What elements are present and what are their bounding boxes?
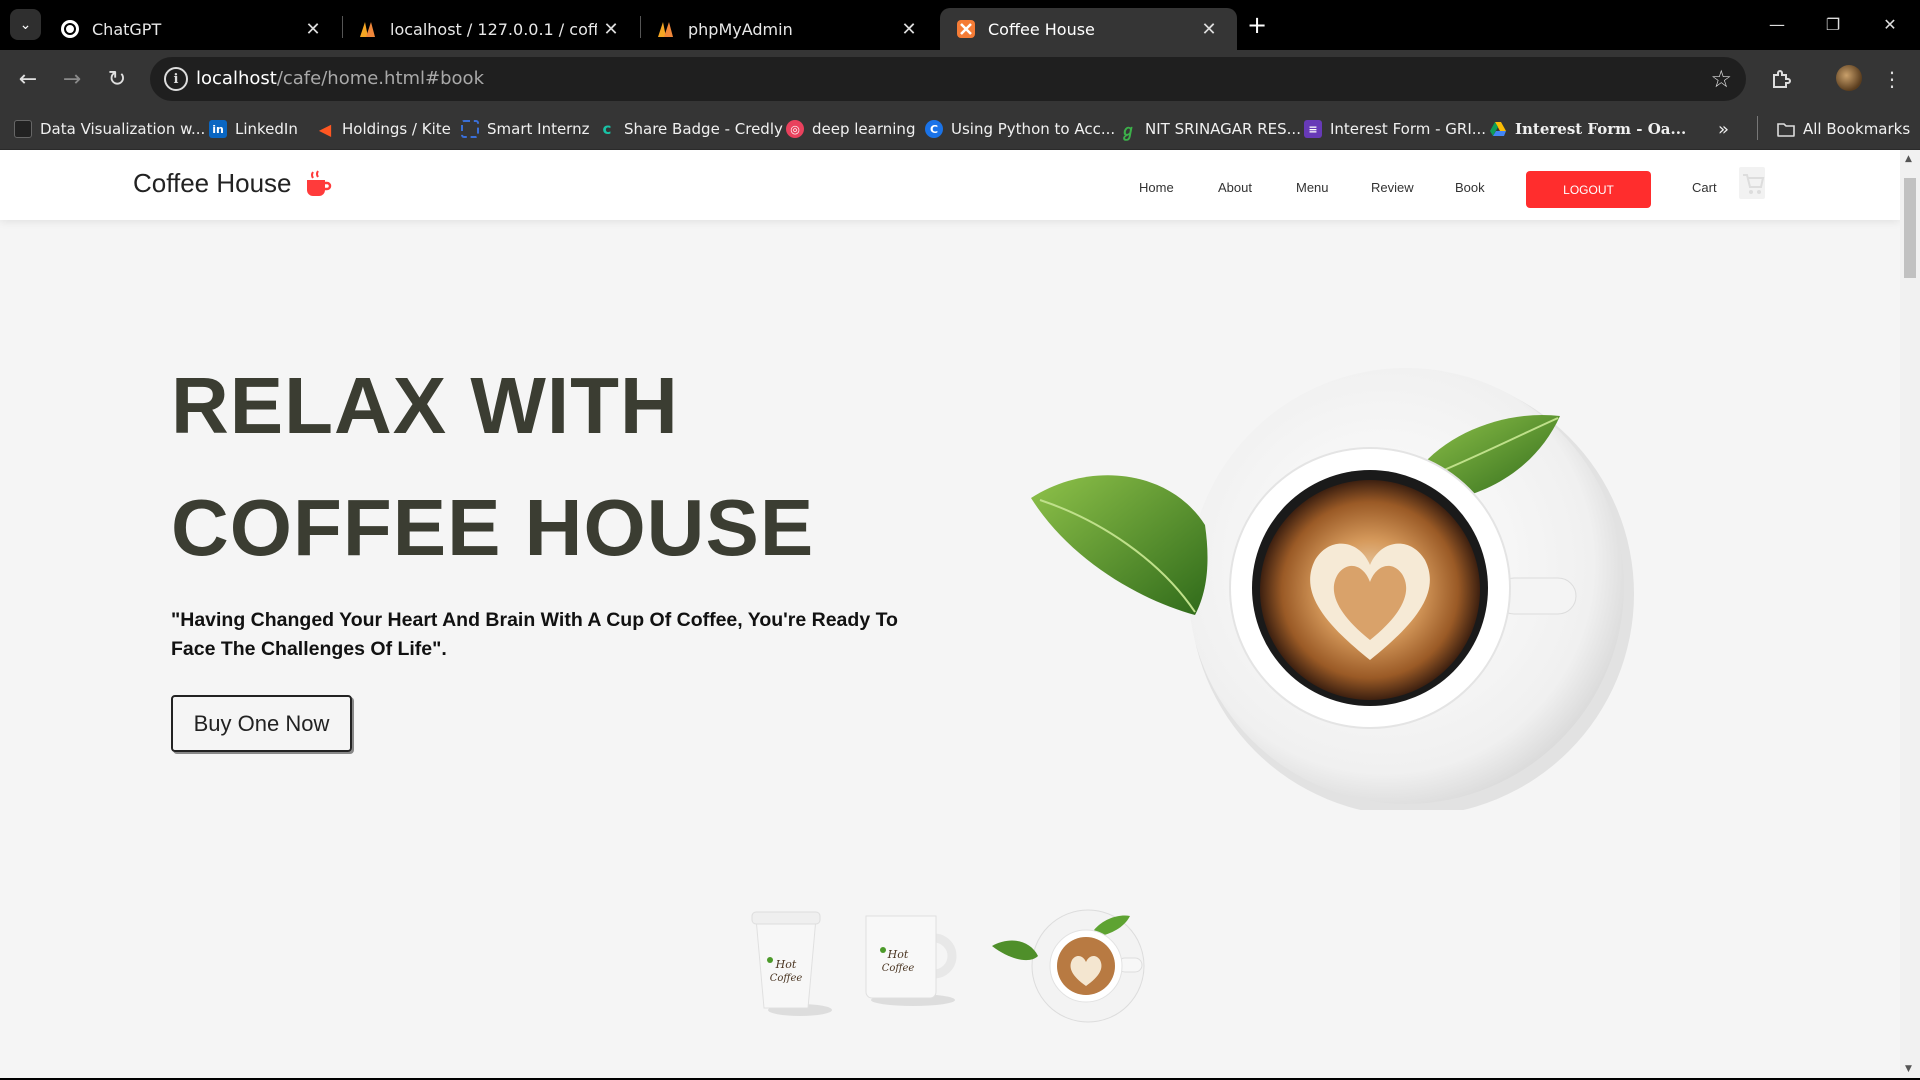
back-button[interactable]: ← [12,63,44,95]
site-header: Coffee House Home About Menu Review Book… [0,150,1900,220]
nav-home[interactable]: Home [1139,180,1174,195]
linkedin-icon: in [209,120,227,138]
site-info-icon[interactable]: i [164,67,188,91]
xampp-icon [957,20,975,38]
arrow-right-icon: → [62,66,82,92]
smartinternz-icon [461,120,479,138]
close-icon[interactable]: ✕ [1195,15,1223,43]
scroll-down-icon[interactable]: ▼ [1905,1064,1912,1074]
bookmark-item[interactable]: Data Visualization w... [14,117,205,141]
tab-search-button[interactable]: ⌄ [10,9,41,40]
deep-learning-icon: ◎ [786,120,804,138]
bookmark-item[interactable]: ℊ NIT SRINAGAR RES... [1119,117,1301,141]
tab-strip: ⌄ ChatGPT ✕ localhost / 127.0.0.1 / coff… [0,0,1920,50]
bookmark-item[interactable]: ◀ Holdings / Kite [316,117,451,141]
tab-phpmyadmin[interactable]: phpMyAdmin ✕ [640,8,937,50]
nav-about[interactable]: About [1218,180,1252,195]
nit-icon: ℊ [1119,121,1136,140]
menu-kebab-icon[interactable]: ⋮ [1877,64,1907,94]
close-icon[interactable]: ✕ [597,15,625,43]
tab-title: phpMyAdmin [688,19,793,39]
google-forms-icon: ≡ [1304,120,1322,138]
chatgpt-icon [61,20,79,38]
page-viewport: Coffee House Home About Menu Review Book… [0,150,1900,1078]
reload-icon: ↻ [107,66,127,92]
close-icon: ✕ [1883,14,1897,34]
restore-icon: ❐ [1825,14,1841,34]
url-text[interactable]: localhost/cafe/home.html#book [196,68,484,89]
folder-icon [1777,123,1795,137]
minimize-button[interactable]: — [1757,8,1797,40]
tab-localhost[interactable]: localhost / 127.0.0.1 / coffeee_h ✕ [342,8,639,50]
bookmark-item[interactable]: c Share Badge - Credly [598,117,783,141]
svg-text:Hot: Hot [887,948,909,961]
tab-title: ChatGPT [92,19,162,39]
close-icon[interactable]: ✕ [895,15,923,43]
thumb-mug[interactable]: Hot Coffee [858,908,968,1008]
plus-icon: + [1246,11,1268,39]
extensions-icon[interactable] [1766,64,1796,94]
profile-avatar[interactable] [1836,65,1862,91]
close-icon[interactable]: ✕ [299,15,327,43]
bookmark-item[interactable]: Interest Form - Oa... [1489,117,1686,141]
reload-button[interactable]: ↻ [101,63,133,95]
new-tab-button[interactable]: + [1243,11,1271,39]
google-drive-icon [1490,122,1506,136]
hero-coffee-image [1031,368,1634,810]
svg-text:Coffee: Coffee [882,963,915,974]
bookmark-star-icon[interactable]: ☆ [1710,65,1732,93]
cart-icon[interactable] [1737,165,1767,201]
bookmarks-bar: Data Visualization w... in LinkedIn ◀ Ho… [0,108,1920,150]
hero-title-line2: COFFEE HOUSE [171,483,815,572]
page-scrollbar[interactable]: ▲ ▼ [1900,150,1920,1078]
arrow-left-icon: ← [18,66,38,92]
coursera-icon: C [925,120,943,138]
credly-icon: c [602,120,612,138]
kite-icon: ◀ [318,119,332,139]
hero-quote: "Having Changed Your Heart And Brain Wit… [171,609,898,660]
hero-title-line1: RELAX WITH [171,361,679,450]
forward-button[interactable]: → [56,63,88,95]
svg-text:Coffee: Coffee [770,973,803,984]
nav-review[interactable]: Review [1371,180,1414,195]
tab-title: Coffee House [988,19,1095,39]
scroll-up-icon[interactable]: ▲ [1905,154,1912,164]
coffee-cup-icon [306,169,331,196]
tab-coffee-house[interactable]: Coffee House ✕ [940,8,1237,50]
phpmyadmin-icon [360,22,375,37]
bookmark-favicon-icon [14,120,32,138]
svg-text:Hot: Hot [775,958,797,971]
thumb-paper-cup[interactable]: Hot Coffee [742,908,842,1018]
address-bar[interactable]: i localhost/cafe/home.html#book ☆ [150,57,1746,101]
bookmark-item[interactable]: in LinkedIn [209,117,298,141]
buy-one-now-button[interactable]: Buy One Now [171,695,352,752]
close-window-button[interactable]: ✕ [1870,8,1910,40]
tab-title: localhost / 127.0.0.1 / coffeee_h [390,19,597,39]
nav-menu[interactable]: Menu [1296,180,1329,195]
all-bookmarks-button[interactable]: All Bookmarks [1777,117,1910,141]
chevron-down-icon: ⌄ [19,16,32,33]
tab-chatgpt[interactable]: ChatGPT ✕ [44,8,341,50]
bookmark-item[interactable]: Smart Internz [461,117,589,141]
bookmark-item[interactable]: ≡ Interest Form - GRI... [1304,117,1486,141]
bookmarks-overflow-button[interactable]: » [1718,117,1729,141]
nav-cart[interactable]: Cart [1692,180,1717,195]
thumb-cappuccino[interactable] [990,908,1150,1028]
minimize-icon: — [1769,14,1785,34]
scrollbar-thumb[interactable] [1904,178,1916,278]
restore-button[interactable]: ❐ [1813,8,1853,40]
logout-button[interactable]: LOGOUT [1526,171,1651,208]
phpmyadmin-icon [658,22,673,37]
browser-toolbar: ← → ↻ i localhost/cafe/home.html#book ☆ … [0,50,1920,108]
bookmark-item[interactable]: C Using Python to Acc... [925,117,1115,141]
chevron-double-right-icon: » [1718,118,1730,140]
bookmark-item[interactable]: ◎ deep learning [786,117,915,141]
site-logo[interactable]: Coffee House [133,168,332,199]
nav-book[interactable]: Book [1455,180,1485,195]
